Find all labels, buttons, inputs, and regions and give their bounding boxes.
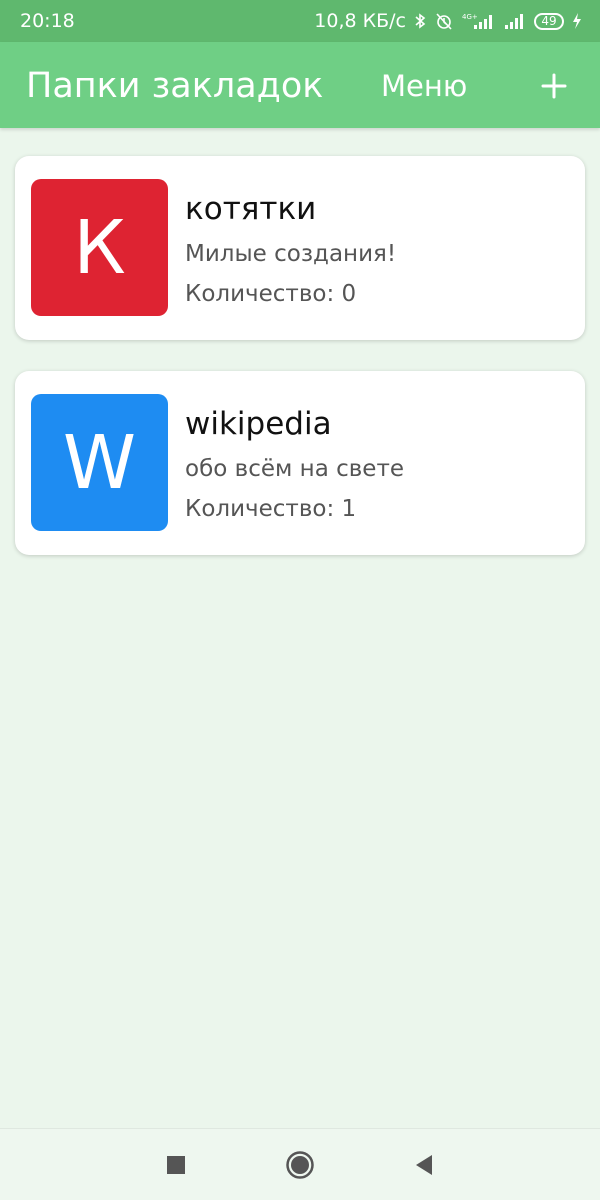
folder-title: wikipedia xyxy=(185,406,332,442)
folder-card-wikipedia[interactable]: W wikipedia обо всём на свете Количество… xyxy=(15,371,585,555)
folder-count: Количество: 1 xyxy=(185,496,357,522)
charging-icon xyxy=(572,12,582,30)
folder-title: котятки xyxy=(185,191,317,227)
network-type: 4G+ xyxy=(462,13,478,21)
folder-card-kotyatki[interactable]: К котятки Милые создания! Количество: 0 xyxy=(15,156,585,340)
status-icons: 10,8 КБ/с 4G+ 49 xyxy=(314,10,582,32)
plus-icon xyxy=(541,73,567,99)
bluetooth-icon xyxy=(414,12,426,30)
home-button[interactable] xyxy=(284,1149,316,1181)
folder-letter-tile: К xyxy=(31,179,168,316)
network-speed: 10,8 КБ/с xyxy=(314,10,406,32)
folder-description: Милые создания! xyxy=(185,241,397,267)
app-bar: Папки закладок Меню xyxy=(0,42,600,128)
battery-icon: 49 xyxy=(534,12,564,30)
menu-button[interactable]: Меню xyxy=(381,67,467,105)
back-button[interactable] xyxy=(407,1149,439,1181)
status-bar: 20:18 10,8 КБ/с 4G+ 49 xyxy=(0,0,600,42)
home-icon xyxy=(286,1151,314,1179)
status-time: 20:18 xyxy=(20,10,75,32)
recent-apps-button[interactable] xyxy=(160,1149,192,1181)
signal-icon xyxy=(504,12,526,30)
back-icon xyxy=(416,1155,432,1175)
battery-level: 49 xyxy=(541,14,557,28)
folder-description: обо всём на свете xyxy=(185,456,404,482)
signal-4g-icon: 4G+ xyxy=(462,11,496,31)
folder-letter-tile: W xyxy=(31,394,168,531)
navigation-bar xyxy=(0,1128,600,1200)
page-title: Папки закладок xyxy=(26,66,324,106)
folder-count: Количество: 0 xyxy=(185,281,357,307)
add-folder-button[interactable] xyxy=(534,66,574,106)
alarm-off-icon xyxy=(434,12,454,30)
recent-apps-icon xyxy=(167,1156,185,1174)
